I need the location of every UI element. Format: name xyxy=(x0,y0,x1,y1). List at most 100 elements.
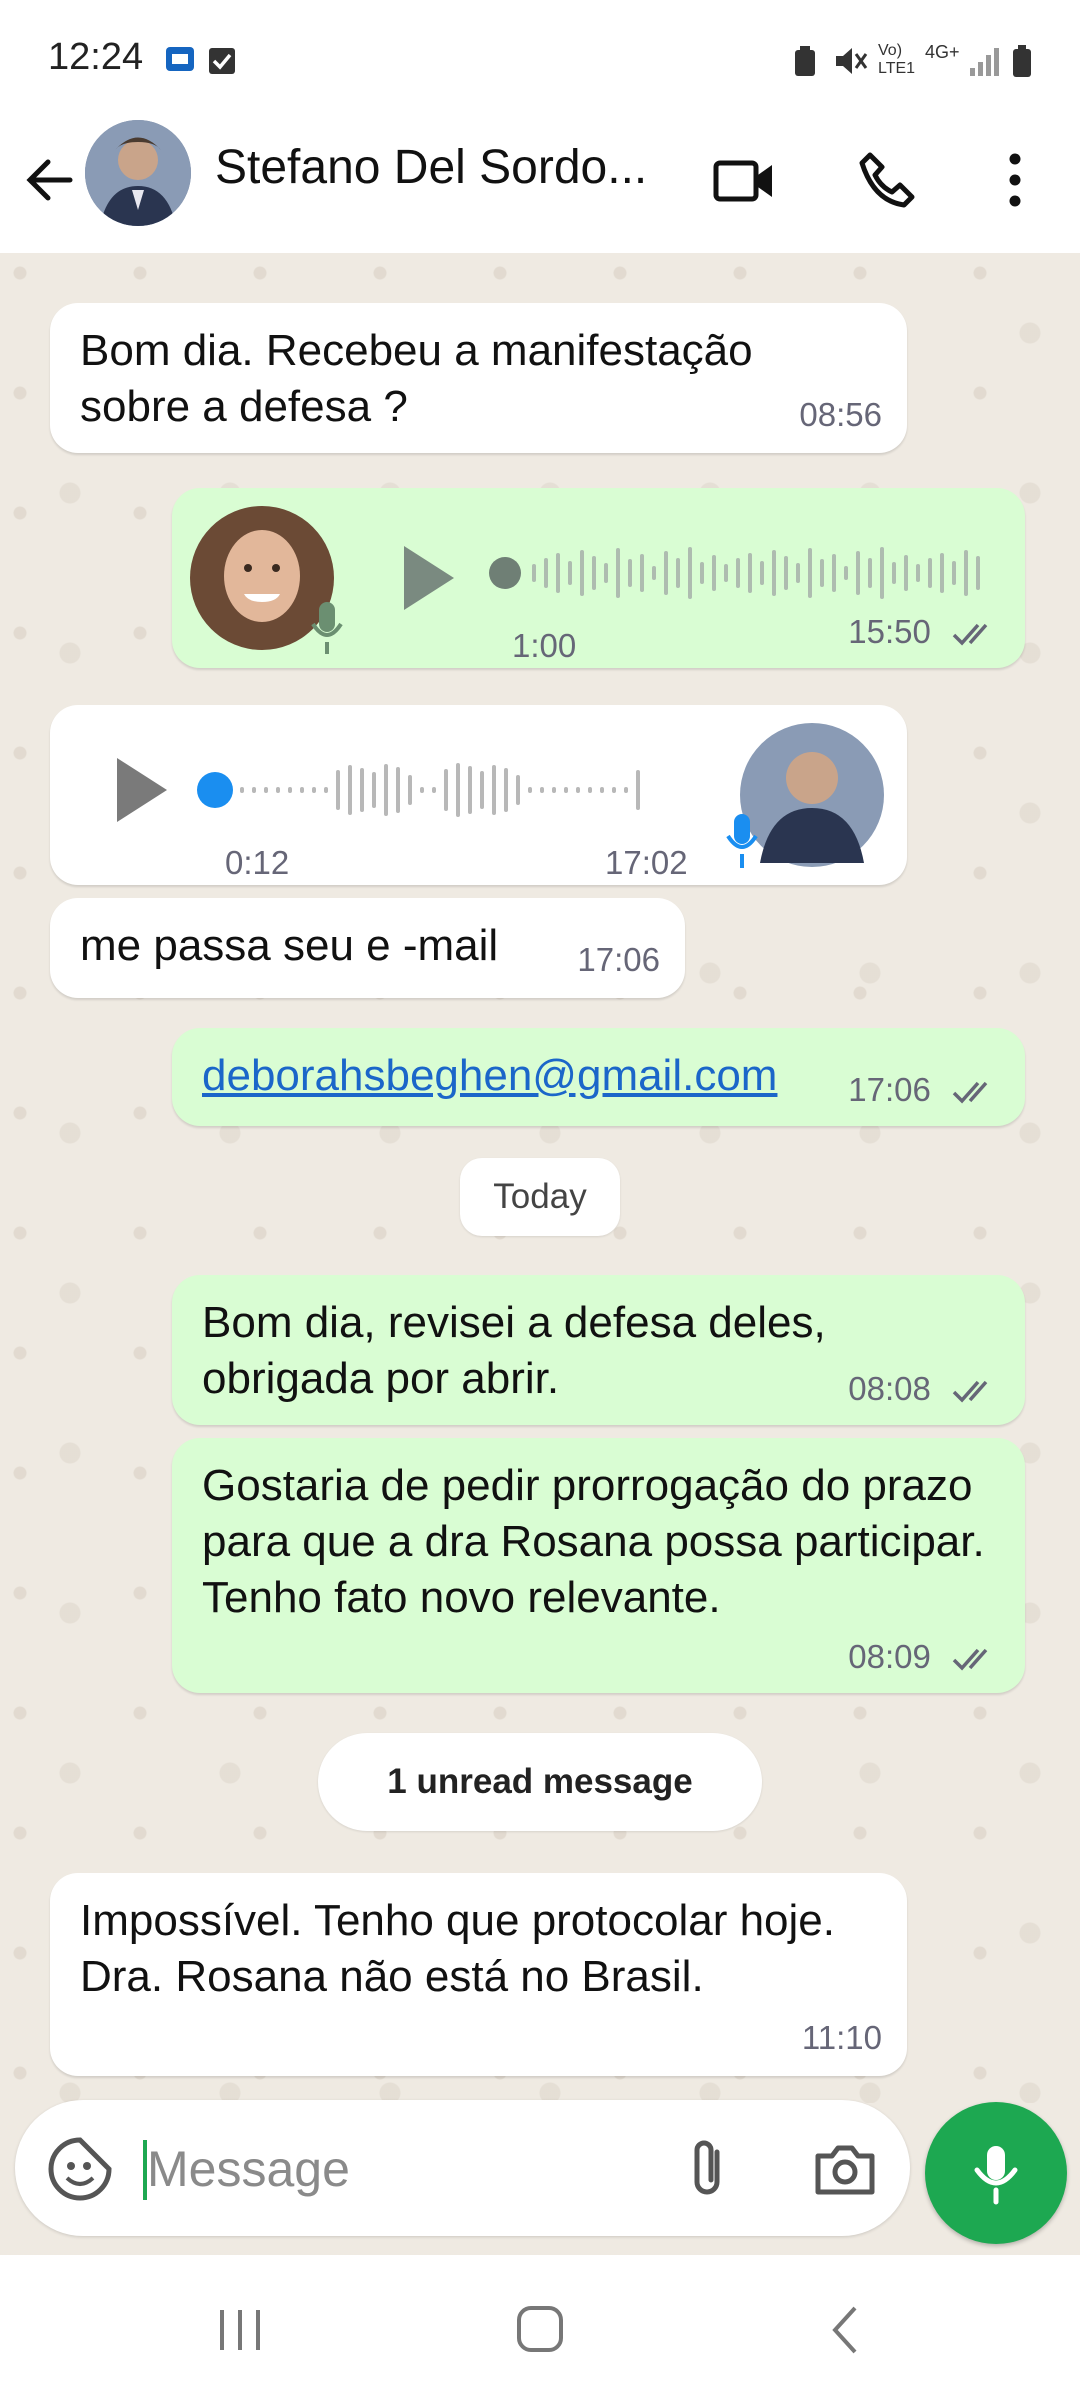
message-bubble-incoming[interactable]: Bom dia. Recebeu a manifestação sobre a … xyxy=(50,303,907,453)
waveform-bar xyxy=(372,772,376,808)
app-notification-icon xyxy=(166,47,194,71)
battery-saver-icon xyxy=(795,46,815,76)
waveform-bar xyxy=(904,555,908,591)
network-label: Vo) LTE1 xyxy=(878,42,916,77)
waveform-bar xyxy=(736,558,740,588)
message-text: Gostaria de pedir prorrogação do prazo p… xyxy=(202,1461,985,1622)
play-icon[interactable] xyxy=(105,750,175,830)
chat-area[interactable]: Bom dia. Recebeu a manifestação sobre a … xyxy=(0,253,1080,2103)
waveform-bar xyxy=(640,554,644,592)
status-bar: 12:24 Vo) LTE1 4G+ xyxy=(0,0,1080,110)
chat-header: Stefano Del Sordo... xyxy=(0,110,1080,254)
waveform-bar xyxy=(544,558,548,588)
message-bubble-outgoing[interactable]: Bom dia, revisei a defesa deles, obrigad… xyxy=(172,1275,1025,1425)
waveform-bar xyxy=(532,564,536,582)
waveform-bar xyxy=(600,787,604,793)
waveform-bar xyxy=(588,787,592,793)
waveform-bar xyxy=(516,775,520,805)
message-time: 11:10 xyxy=(801,2019,882,2056)
voice-waveform[interactable] xyxy=(487,543,997,603)
message-input[interactable] xyxy=(145,2128,649,2210)
back-nav-icon[interactable] xyxy=(810,2300,880,2360)
voice-message-incoming[interactable]: 0:12 17:02 xyxy=(50,705,907,885)
message-text: Bom dia. Recebeu a manifestação sobre a … xyxy=(80,326,753,431)
message-status: 17:06 xyxy=(848,1062,1000,1118)
contact-name[interactable]: Stefano Del Sordo... xyxy=(215,140,675,195)
waveform-bar xyxy=(568,561,572,585)
waveform-bar xyxy=(636,770,640,810)
waveform-bar xyxy=(688,547,692,599)
waveform-bar xyxy=(976,556,980,590)
waveform-bar xyxy=(592,556,596,590)
more-vertical-icon[interactable] xyxy=(980,145,1050,215)
waveform-bar xyxy=(552,787,556,793)
message-status: 08:08 xyxy=(848,1361,1000,1417)
waveform-bar xyxy=(312,787,316,793)
double-check-icon xyxy=(952,1649,988,1671)
message-time: 17:02 xyxy=(605,844,688,881)
message-text: me passa seu e -mail xyxy=(80,921,499,970)
waveform-bar xyxy=(724,564,728,582)
double-check-icon xyxy=(952,1381,988,1403)
waveform-bar xyxy=(772,550,776,596)
message-time: 17:06 xyxy=(848,1071,931,1108)
message-time: 08:08 xyxy=(848,1370,931,1407)
voice-record-button[interactable] xyxy=(925,2102,1067,2244)
arrow-left-icon[interactable] xyxy=(20,150,80,210)
waveform-bar xyxy=(396,767,400,813)
phone-icon[interactable] xyxy=(852,145,922,215)
waveform-bar xyxy=(664,551,668,595)
waveform-bar xyxy=(540,787,544,793)
waveform-bar xyxy=(240,787,244,793)
contact-avatar[interactable] xyxy=(85,120,191,226)
home-icon[interactable] xyxy=(505,2300,575,2360)
sticker-emoji-icon[interactable] xyxy=(45,2134,115,2204)
message-bubble-outgoing[interactable]: Gostaria de pedir prorrogação do prazo p… xyxy=(172,1438,1025,1693)
microphone-icon xyxy=(726,814,758,868)
message-bubble-outgoing[interactable]: deborahsbeghen@gmail.com 17:06 xyxy=(172,1028,1025,1126)
waveform-bar xyxy=(348,765,352,815)
voice-message-outgoing[interactable]: 1:00 15:50 xyxy=(172,488,1025,668)
status-time: 12:24 xyxy=(48,36,144,78)
voice-duration: 0:12 xyxy=(225,844,290,881)
waveform-bar xyxy=(444,769,448,811)
waveform-bar xyxy=(712,555,716,591)
message-bubble-incoming[interactable]: me passa seu e -mail 17:06 xyxy=(50,898,685,998)
waveform-bar xyxy=(892,562,896,584)
waveform-bar xyxy=(604,563,608,583)
message-text: Bom dia, revisei a defesa deles, obrigad… xyxy=(202,1298,826,1403)
message-bubble-incoming[interactable]: Impossível. Tenho que protocolar hoje. D… xyxy=(50,1873,907,2076)
waveform-bar xyxy=(940,553,944,593)
message-status: 08:09 xyxy=(848,1629,1000,1685)
waveform-bar xyxy=(556,553,560,593)
message-text: Impossível. Tenho que protocolar hoje. D… xyxy=(80,1896,835,2001)
message-composer xyxy=(15,2100,910,2236)
email-link[interactable]: deborahsbeghen@gmail.com xyxy=(202,1048,777,1104)
waveform-bar xyxy=(408,775,412,805)
message-time: 17:06 xyxy=(577,941,660,978)
waveform-bar xyxy=(492,765,496,815)
waveform-bar xyxy=(264,787,268,793)
play-icon[interactable] xyxy=(392,538,462,618)
waveform-bar xyxy=(252,787,256,793)
message-time: 08:09 xyxy=(848,1638,931,1675)
waveform-bar xyxy=(324,787,328,793)
waveform-bar xyxy=(928,558,932,588)
waveform-bar xyxy=(624,787,628,793)
message-status: 15:50 xyxy=(848,604,1000,660)
waveform-bar xyxy=(480,771,484,809)
paperclip-icon[interactable] xyxy=(675,2134,745,2204)
waveform-bar xyxy=(760,561,764,585)
recent-apps-icon[interactable] xyxy=(205,2300,275,2360)
waveform-bar xyxy=(652,566,656,580)
waveform-bar xyxy=(580,550,584,596)
waveform-bar xyxy=(576,787,580,793)
waveform-bar xyxy=(832,554,836,592)
waveform-bar xyxy=(612,787,616,793)
system-navigation-bar xyxy=(0,2255,1080,2400)
video-camera-icon[interactable] xyxy=(710,145,780,215)
signal-bars-icon xyxy=(970,48,999,76)
camera-icon[interactable] xyxy=(810,2134,880,2204)
voice-waveform[interactable] xyxy=(195,760,665,820)
waveform-bar xyxy=(468,766,472,814)
